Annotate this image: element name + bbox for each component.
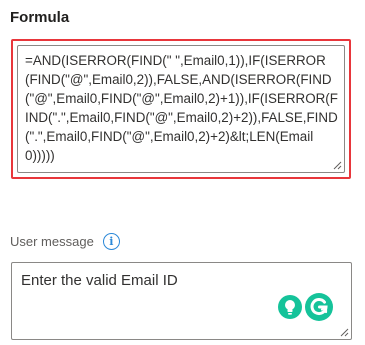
formula-text: =AND(ISERROR(FIND(" ",Email0,1)),IF(ISER… bbox=[25, 53, 338, 163]
resize-grip-icon[interactable] bbox=[333, 161, 342, 170]
info-circle-icon[interactable]: i bbox=[102, 232, 120, 250]
formula-label: Formula bbox=[10, 9, 70, 26]
lightbulb-icon[interactable] bbox=[278, 295, 302, 319]
user-message-text: Enter the valid Email ID bbox=[21, 272, 178, 289]
user-message-label: User message bbox=[10, 233, 94, 249]
user-message-textarea[interactable]: Enter the valid Email ID bbox=[11, 262, 352, 340]
resize-grip-icon[interactable] bbox=[340, 328, 349, 337]
grammarly-g-glyph bbox=[310, 298, 328, 316]
lightbulb-glyph bbox=[285, 300, 295, 315]
grammarly-g-icon[interactable] bbox=[305, 293, 333, 321]
formula-highlight-frame: =AND(ISERROR(FIND(" ",Email0,1)),IF(ISER… bbox=[11, 39, 351, 179]
formula-textarea[interactable]: =AND(ISERROR(FIND(" ",Email0,1)),IF(ISER… bbox=[17, 45, 345, 173]
user-message-label-row: User message i bbox=[10, 231, 120, 251]
info-glyph: i bbox=[109, 234, 114, 248]
